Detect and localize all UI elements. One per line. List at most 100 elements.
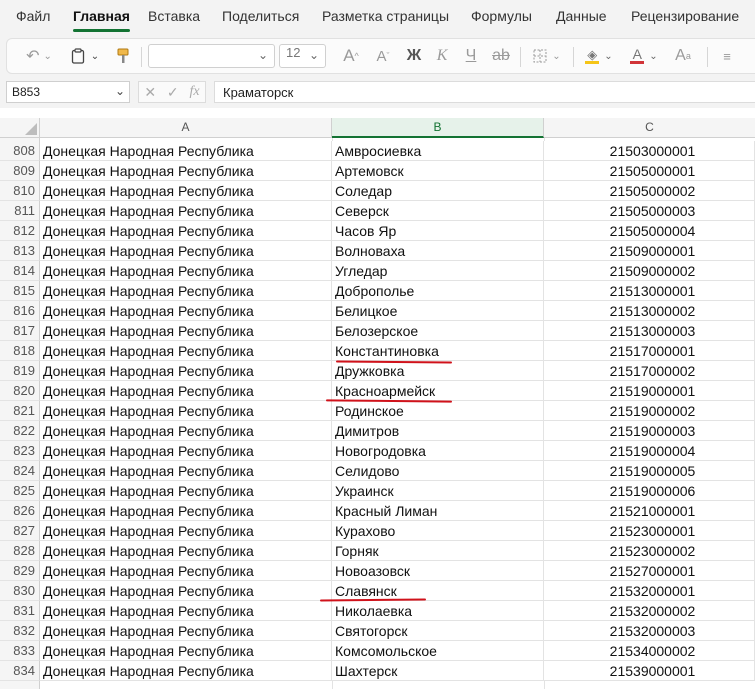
- tab-data[interactable]: Данные: [556, 8, 607, 24]
- cell-b[interactable]: Славянск: [332, 581, 544, 601]
- row-number[interactable]: 819: [0, 361, 40, 381]
- cell-a[interactable]: Донецкая Народная Республика: [40, 401, 332, 421]
- fill-color-icon[interactable]: ◈ ⌄: [579, 39, 619, 73]
- underline-icon[interactable]: Ч: [459, 39, 483, 73]
- row-number[interactable]: 829: [0, 561, 40, 581]
- check-icon[interactable]: ✓: [167, 84, 179, 101]
- cell-a[interactable]: Донецкая Народная Республика: [40, 421, 332, 441]
- row-number[interactable]: 828: [0, 541, 40, 561]
- cell-c[interactable]: 21527000001: [544, 561, 755, 581]
- cell-b[interactable]: Новогродовка: [332, 441, 544, 461]
- cell-c[interactable]: 21523000001: [544, 521, 755, 541]
- cell-c[interactable]: 21517000002: [544, 361, 755, 381]
- cell-c[interactable]: 21509000001: [544, 241, 755, 261]
- cell-b[interactable]: Красноармейск: [332, 381, 544, 401]
- cell-c[interactable]: 21532000001: [544, 581, 755, 601]
- column-header-a[interactable]: A: [40, 118, 332, 138]
- cell-a[interactable]: Донецкая Народная Республика: [40, 641, 332, 661]
- row-number[interactable]: 827: [0, 521, 40, 541]
- cell-b[interactable]: Доброполье: [332, 281, 544, 301]
- row-number[interactable]: 824: [0, 461, 40, 481]
- tab-share[interactable]: Поделиться: [222, 8, 299, 24]
- row-number[interactable]: 816: [0, 301, 40, 321]
- cell-b[interactable]: Родинское: [332, 401, 544, 421]
- cell-a[interactable]: Донецкая Народная Республика: [40, 561, 332, 581]
- borders-icon[interactable]: ⌄: [526, 39, 568, 73]
- cell-b[interactable]: Амвросиевка: [332, 141, 544, 161]
- cell-c[interactable]: 21513000003: [544, 321, 755, 341]
- cell-b[interactable]: Шахтерск: [332, 661, 544, 681]
- row-number[interactable]: 815: [0, 281, 40, 301]
- cell-c[interactable]: 21534000002: [544, 641, 755, 661]
- row-number[interactable]: 826: [0, 501, 40, 521]
- cell-a[interactable]: Донецкая Народная Республика: [40, 461, 332, 481]
- cell-b[interactable]: Святогорск: [332, 621, 544, 641]
- increase-font-icon[interactable]: A ^: [337, 39, 365, 73]
- cell-a[interactable]: Донецкая Народная Республика: [40, 261, 332, 281]
- row-number[interactable]: 814: [0, 261, 40, 281]
- tab-formulas[interactable]: Формулы: [471, 8, 532, 24]
- cell-a[interactable]: Донецкая Народная Республика: [40, 441, 332, 461]
- row-number[interactable]: 818: [0, 341, 40, 361]
- cell-c[interactable]: 21519000001: [544, 381, 755, 401]
- cell-a[interactable]: Донецкая Народная Республика: [40, 141, 332, 161]
- font-name-select[interactable]: ⌄: [148, 44, 275, 68]
- cell-b[interactable]: Курахово: [332, 521, 544, 541]
- cell-b[interactable]: Селидово: [332, 461, 544, 481]
- row-number[interactable]: 833: [0, 641, 40, 661]
- cell-a[interactable]: Донецкая Народная Республика: [40, 661, 332, 681]
- tab-review[interactable]: Рецензирование: [631, 8, 739, 24]
- strikethrough-icon[interactable]: ab: [488, 39, 514, 73]
- align-icon[interactable]: ≡: [715, 39, 739, 73]
- cell-c[interactable]: 21519000004: [544, 441, 755, 461]
- cell-c[interactable]: 21517000001: [544, 341, 755, 361]
- cell-b[interactable]: Комсомольское: [332, 641, 544, 661]
- row-number[interactable]: 825: [0, 481, 40, 501]
- cell-b[interactable]: Угледар: [332, 261, 544, 281]
- cell-b[interactable]: Волноваха: [332, 241, 544, 261]
- cell-c[interactable]: 21505000003: [544, 201, 755, 221]
- cell-c[interactable]: 21513000002: [544, 301, 755, 321]
- cell-c[interactable]: 21532000002: [544, 601, 755, 621]
- cell-a[interactable]: Донецкая Народная Республика: [40, 341, 332, 361]
- cell-a[interactable]: Донецкая Народная Республика: [40, 581, 332, 601]
- cell-b[interactable]: Белозерское: [332, 321, 544, 341]
- cell-c[interactable]: 21503000001: [544, 141, 755, 161]
- cell-a[interactable]: Донецкая Народная Республика: [40, 181, 332, 201]
- fx-icon[interactable]: fx: [189, 84, 199, 100]
- cell-c[interactable]: 21509000002: [544, 261, 755, 281]
- cell-a[interactable]: Донецкая Народная Республика: [40, 621, 332, 641]
- cell-b[interactable]: Северск: [332, 201, 544, 221]
- cell-a[interactable]: Донецкая Народная Республика: [40, 201, 332, 221]
- cell-b[interactable]: Красный Лиман: [332, 501, 544, 521]
- cell-b[interactable]: Часов Яр: [332, 221, 544, 241]
- row-number[interactable]: 812: [0, 221, 40, 241]
- row-number[interactable]: 830: [0, 581, 40, 601]
- decrease-font-icon[interactable]: Aˇ: [369, 39, 397, 73]
- format-painter-icon[interactable]: [111, 39, 135, 73]
- formula-input[interactable]: Краматорск: [214, 81, 755, 103]
- cell-a[interactable]: Донецкая Народная Республика: [40, 281, 332, 301]
- row-number[interactable]: 834: [0, 661, 40, 681]
- row-number[interactable]: 808: [0, 141, 40, 161]
- cell-b[interactable]: Дружковка: [332, 361, 544, 381]
- cell-c[interactable]: 21513000001: [544, 281, 755, 301]
- cell-c[interactable]: 21532000003: [544, 621, 755, 641]
- bold-icon[interactable]: Ж: [402, 39, 426, 73]
- clipboard-icon[interactable]: ⌄: [65, 39, 105, 73]
- cell-b[interactable]: Артемовск: [332, 161, 544, 181]
- row-number[interactable]: 831: [0, 601, 40, 621]
- cell-b[interactable]: Горняк: [332, 541, 544, 561]
- cell-a[interactable]: Донецкая Народная Республика: [40, 161, 332, 181]
- cell-a[interactable]: Донецкая Народная Республика: [40, 601, 332, 621]
- more-font-icon[interactable]: Aa: [669, 39, 697, 73]
- italic-icon[interactable]: К: [430, 39, 454, 73]
- cell-c[interactable]: 21519000003: [544, 421, 755, 441]
- cell-b[interactable]: Соледар: [332, 181, 544, 201]
- column-header-b[interactable]: B: [332, 118, 544, 138]
- cell-b[interactable]: Николаевка: [332, 601, 544, 621]
- tab-page-layout[interactable]: Разметка страницы: [322, 8, 449, 24]
- cell-b[interactable]: Украинск: [332, 481, 544, 501]
- row-number[interactable]: 811: [0, 201, 40, 221]
- cell-b[interactable]: Белицкое: [332, 301, 544, 321]
